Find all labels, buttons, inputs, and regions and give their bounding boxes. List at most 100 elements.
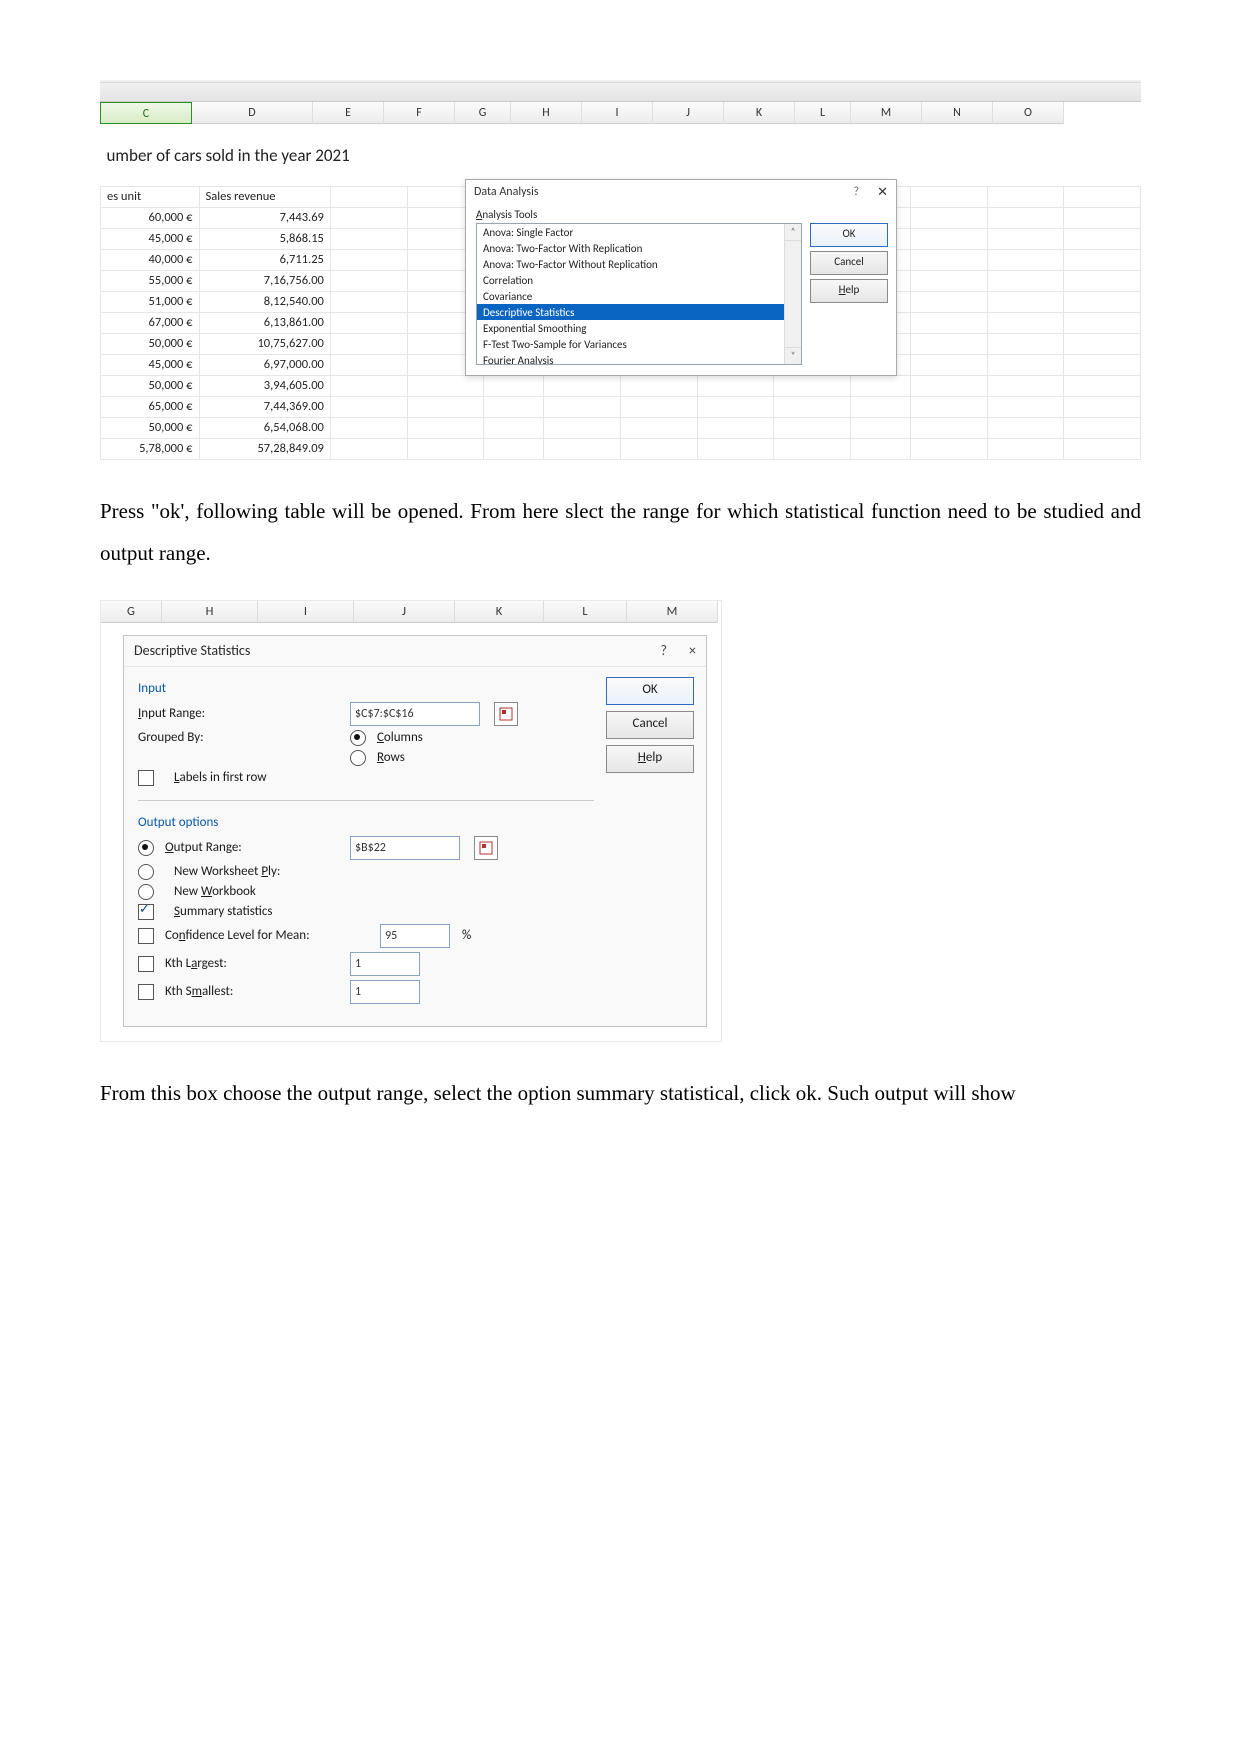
list-item-selected[interactable]: Descriptive Statistics [477,304,801,320]
cell[interactable]: 40,000 € [101,249,200,270]
dialog-titlebar: Descriptive Statistics ? × [124,636,706,667]
list-item[interactable]: Anova: Single Factor [477,224,801,240]
close-icon[interactable]: × [689,642,696,659]
column-header-N[interactable]: N [922,102,993,124]
ok-button[interactable]: OK [810,223,888,247]
radio-rows[interactable] [350,750,366,766]
range-select-icon[interactable] [494,702,518,726]
check-summary-statistics[interactable] [138,904,154,920]
help-icon[interactable]: ? [661,642,668,659]
help-icon[interactable]: ? [854,185,860,199]
column-header-J[interactable]: J [653,102,724,124]
dialog-title: Descriptive Statistics [134,642,250,659]
check-confidence-level[interactable] [138,928,154,944]
column-header-O[interactable]: O [993,102,1064,124]
sheet-body: umber of cars sold in the year 2021 es u… [100,124,1141,460]
cell[interactable]: 50,000 € [101,417,200,438]
check-kth-smallest[interactable] [138,984,154,1000]
list-item[interactable]: Fourier Analysis [477,352,801,365]
cell[interactable]: 65,000 € [101,396,200,417]
cell[interactable]: 67,000 € [101,312,200,333]
kth-largest-field[interactable]: 1 [350,952,420,976]
scrollbar[interactable]: ˄ ˅ [784,224,801,364]
cell[interactable]: 6,97,000.00 [199,354,330,375]
cell[interactable]: 7,16,756.00 [199,270,330,291]
list-item[interactable]: F-Test Two-Sample for Variances [477,336,801,352]
figure-2-descriptive-statistics: G H I J K L M Descriptive Statistics ? ×… [100,600,722,1042]
column-headers-2: G H I J K L M [101,601,721,623]
data-analysis-dialog: Data Analysis ? ✕ Analysis Tools Anova: … [465,179,897,376]
cell[interactable]: 45,000 € [101,228,200,249]
column-header-L[interactable]: L [795,102,851,124]
help-button[interactable]: Help [606,745,694,773]
output-range-field[interactable]: $B$22 [350,836,460,860]
cell[interactable]: 5,868.15 [199,228,330,249]
radio-new-worksheet[interactable] [138,864,154,880]
radio-output-range[interactable] [138,840,154,856]
column-header-D[interactable]: D [192,102,313,124]
cell[interactable]: 7,443.69 [199,207,330,228]
column-header-I[interactable]: I [582,102,653,124]
check-kth-largest[interactable] [138,956,154,972]
cell[interactable]: 55,000 € [101,270,200,291]
ok-button[interactable]: OK [606,677,694,705]
column-header-M[interactable]: M [627,601,718,623]
cell[interactable]: 57,28,849.09 [199,438,330,459]
column-header-F[interactable]: F [384,102,455,124]
list-item[interactable]: Anova: Two-Factor With Replication [477,240,801,256]
range-select-icon[interactable] [474,836,498,860]
sheet-title: umber of cars sold in the year 2021 [101,142,544,168]
analysis-tools-listbox[interactable]: Anova: Single Factor Anova: Two-Factor W… [476,223,802,365]
close-icon[interactable]: ✕ [877,184,888,200]
column-header-M[interactable]: M [851,102,922,124]
cell[interactable]: 45,000 € [101,354,200,375]
output-options-heading: Output options [138,815,594,830]
check-labels-first-row[interactable] [138,770,154,786]
cancel-button[interactable]: Cancel [810,251,888,275]
scroll-up-icon[interactable]: ˄ [785,224,801,241]
column-header-K[interactable]: K [455,601,544,623]
column-header-H[interactable]: H [162,601,258,623]
kth-smallest-field[interactable]: 1 [350,980,420,1004]
cell[interactable]: 7,44,369.00 [199,396,330,417]
cell[interactable]: 3,94,605.00 [199,375,330,396]
cell[interactable]: 50,000 € [101,333,200,354]
percent-label: % [462,928,471,943]
labels-first-row-label: Labels in first row [174,770,267,785]
new-worksheet-label: New Worksheet Ply: [174,864,280,879]
list-item[interactable]: Exponential Smoothing [477,320,801,336]
help-button[interactable]: Help [810,279,888,303]
scroll-down-icon[interactable]: ˅ [785,347,801,364]
column-header-E[interactable]: E [313,102,384,124]
list-item[interactable]: Covariance [477,288,801,304]
column-header-I[interactable]: I [258,601,354,623]
column-header-K[interactable]: K [724,102,795,124]
list-item[interactable]: Anova: Two-Factor Without Replication [477,256,801,272]
output-range-label: Output Range: [165,840,242,855]
column-header-L[interactable]: L [544,601,627,623]
cell[interactable]: 6,13,861.00 [199,312,330,333]
column-header-C[interactable]: C [100,102,192,124]
cancel-button[interactable]: Cancel [606,711,694,739]
column-header-H[interactable]: H [511,102,582,124]
column-headers: C D E F G H I J K L M N O [100,102,1141,124]
cell[interactable]: 10,75,627.00 [199,333,330,354]
list-item[interactable]: Correlation [477,272,801,288]
cell[interactable]: 51,000 € [101,291,200,312]
cell[interactable]: 8,12,540.00 [199,291,330,312]
column-header-J[interactable]: J [354,601,455,623]
column-header-G[interactable]: G [101,601,162,623]
cell[interactable]: 6,54,068.00 [199,417,330,438]
input-heading: Input [138,681,594,696]
window-chrome-strip [100,82,1141,102]
input-range-field[interactable]: $C$7:$C$16 [350,702,480,726]
radio-columns[interactable] [350,730,366,746]
cell[interactable]: 6,711.25 [199,249,330,270]
cell[interactable]: 60,000 € [101,207,200,228]
input-range-label: Input Range: [138,706,338,721]
confidence-level-field[interactable]: 95 [380,924,450,948]
column-header-G[interactable]: G [455,102,511,124]
cell[interactable]: 50,000 € [101,375,200,396]
radio-new-workbook[interactable] [138,884,154,900]
cell[interactable]: 5,78,000 € [101,438,200,459]
